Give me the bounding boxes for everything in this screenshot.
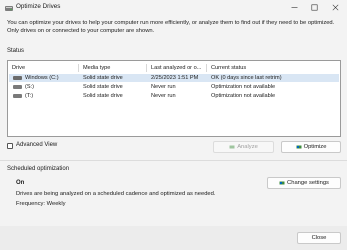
maximize-button[interactable]: [305, 0, 323, 14]
column-separator: [206, 64, 207, 72]
optimize-icon: [296, 145, 302, 149]
drive-icon: [13, 85, 22, 89]
intro-text: You can optimize your drives to help you…: [7, 20, 335, 34]
last-analyzed: Never run: [151, 93, 176, 99]
minimize-icon: [291, 6, 297, 8]
change-settings-label: Change settings: [287, 180, 329, 186]
column-header-drive[interactable]: Drive: [12, 65, 25, 71]
section-divider: [0, 160, 347, 161]
media-type: Solid state drive: [83, 93, 123, 99]
analyze-button[interactable]: Analyze: [213, 141, 274, 153]
drive-name: (S:): [25, 84, 35, 90]
close-icon: [332, 4, 338, 10]
optimize-button-label: Optimize: [303, 144, 327, 150]
schedule-state: On: [16, 180, 25, 186]
column-header-last-analyzed[interactable]: Last analyzed or o...: [151, 65, 201, 71]
maximize-icon: [311, 4, 318, 11]
column-separator: [78, 64, 79, 72]
drive-list[interactable]: Drive Media type Last analyzed or o... C…: [7, 60, 341, 137]
minimize-button[interactable]: [285, 0, 303, 14]
status-label: Status: [7, 48, 25, 54]
close-button[interactable]: Close: [297, 232, 341, 244]
schedule-frequency: Frequency: Weekly: [16, 201, 66, 207]
analyze-button-label: Analyze: [237, 144, 258, 150]
drive-row[interactable]: (T:) Solid state drive Never run Optimiz…: [9, 92, 339, 100]
analyze-icon: [229, 145, 235, 149]
settings-shield-icon: [279, 181, 285, 185]
last-analyzed: Never run: [151, 84, 176, 90]
column-header-current-status[interactable]: Current status: [211, 65, 246, 71]
close-window-button[interactable]: [326, 0, 344, 14]
drive-icon: [13, 94, 22, 98]
advanced-view-label[interactable]: Advanced View: [16, 142, 57, 148]
column-header-media-type[interactable]: Media type: [83, 65, 110, 71]
drive-row[interactable]: Windows (C:) Solid state drive 2/25/2023…: [9, 74, 339, 82]
column-separator: [146, 64, 147, 72]
change-settings-button[interactable]: Change settings: [267, 177, 341, 189]
media-type: Solid state drive: [83, 84, 123, 90]
schedule-description: Drives are being analyzed on a scheduled…: [16, 191, 216, 197]
current-status: Optimization not available: [211, 93, 276, 99]
advanced-view-checkbox[interactable]: [7, 143, 13, 149]
current-status: OK (0 days since last retrim): [211, 75, 282, 81]
drive-name: (T:): [25, 93, 34, 99]
dialog-footer: [0, 226, 347, 250]
window-title: Optimize Drives: [16, 3, 61, 10]
optimize-button[interactable]: Optimize: [281, 141, 341, 153]
scheduled-optimization-label: Scheduled optimization: [7, 166, 70, 172]
last-analyzed: 2/25/2023 1:51 PM: [151, 75, 199, 81]
drive-name: Windows (C:): [25, 75, 59, 81]
optimize-drives-app-icon: [5, 6, 13, 11]
close-button-label: Close: [311, 235, 327, 241]
current-status: Optimization not available: [211, 84, 276, 90]
drive-row[interactable]: (S:) Solid state drive Never run Optimiz…: [9, 83, 339, 91]
media-type: Solid state drive: [83, 75, 123, 81]
drive-icon: [13, 76, 22, 80]
title-bar: Optimize Drives: [0, 0, 347, 16]
